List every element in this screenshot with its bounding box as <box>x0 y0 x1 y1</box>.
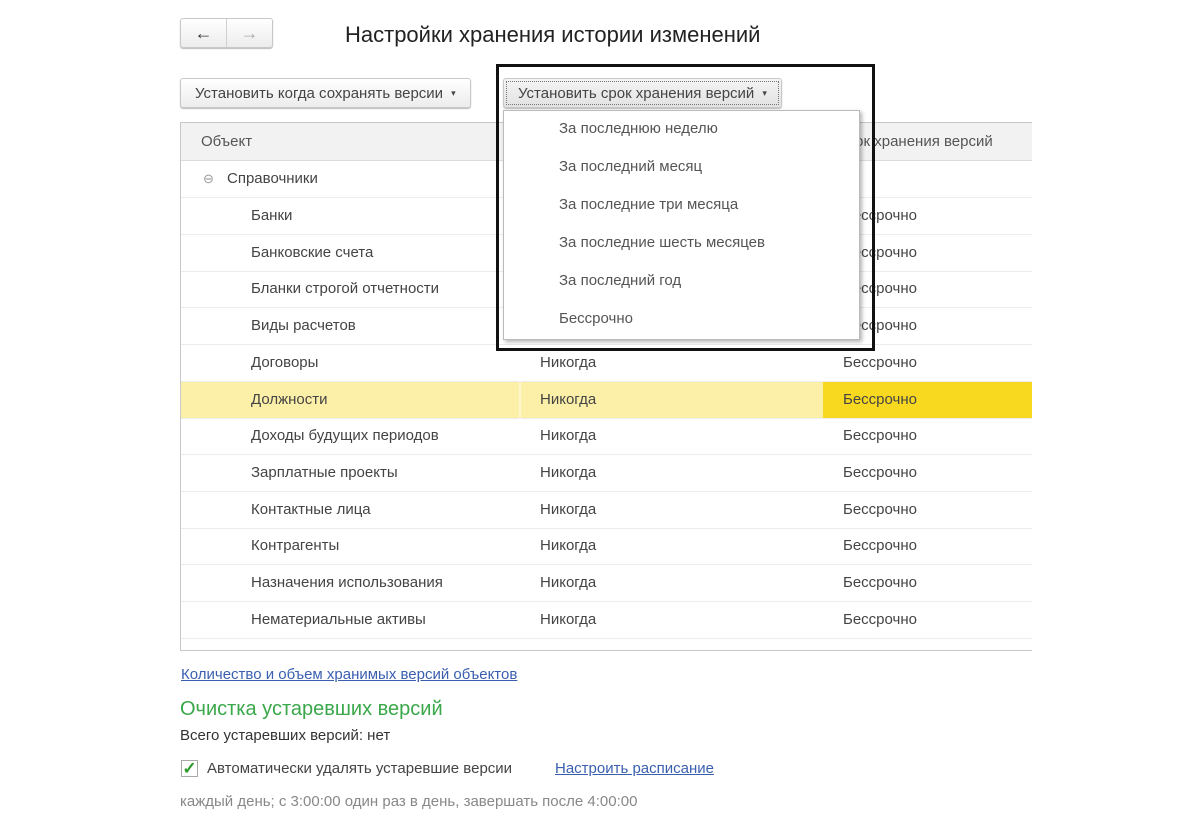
button-label: Установить срок хранения версий <box>518 84 755 102</box>
group-label: Справочники <box>227 170 318 187</box>
object-cell: Доходы будущих периодов <box>251 427 439 445</box>
navigation-buttons: ← → <box>180 18 273 48</box>
term-cell: Бессрочно <box>843 574 917 591</box>
term-cell: Бессрочно <box>843 463 917 481</box>
table-row[interactable]: Нематериальные активы Никогда Бессрочно <box>181 602 1032 639</box>
checkmark-icon: ✓ <box>182 759 197 778</box>
when-cell: Никогда <box>540 353 597 371</box>
column-header-object[interactable]: Объект <box>201 133 252 150</box>
auto-delete-label[interactable]: Автоматически удалять устаревшие версии <box>207 760 512 777</box>
term-cell: Бессрочно <box>843 500 917 518</box>
auto-delete-checkbox[interactable]: ✓ <box>181 760 198 777</box>
object-cell: Виды расчетов <box>251 317 356 335</box>
when-cell: Никогда <box>540 500 597 518</box>
menu-item[interactable]: За последний год <box>559 272 681 289</box>
object-cell: Зарплатные проекты <box>251 463 398 481</box>
menu-item[interactable]: За последние шесть месяцев <box>559 234 765 251</box>
collapse-icon[interactable]: ⊖ <box>203 171 214 187</box>
menu-item[interactable]: За последний месяц <box>559 158 702 175</box>
table-row[interactable]: Контактные лица Никогда Бессрочно <box>181 492 1032 529</box>
table-row[interactable]: Зарплатные проекты Никогда Бессрочно <box>181 455 1032 492</box>
table-row[interactable]: Контрагенты Никогда Бессрочно <box>181 528 1032 566</box>
object-cell: Назначения использования <box>251 574 443 591</box>
button-label: Установить когда сохранять версии <box>195 84 444 102</box>
cell-divider <box>519 381 521 418</box>
when-cell: Никогда <box>540 610 597 628</box>
cell-divider <box>519 418 521 454</box>
object-cell: Контрагенты <box>251 537 340 555</box>
table-row[interactable]: Должности Никогда Бессрочно <box>181 381 1032 419</box>
object-cell: Должности <box>251 390 328 408</box>
when-cell: Никогда <box>540 463 597 481</box>
object-cell: Контактные лица <box>251 500 371 518</box>
when-cell: Никогда <box>540 537 597 555</box>
cell-divider <box>519 492 521 528</box>
cell-divider <box>519 602 521 638</box>
menu-item[interactable]: Бессрочно <box>559 310 633 327</box>
when-cell: Никогда <box>540 427 597 445</box>
table-row[interactable]: Назначения использования Никогда Бессроч… <box>181 565 1032 602</box>
menu-item[interactable]: За последние три месяца <box>559 196 738 213</box>
term-cell: Бессрочно <box>843 610 917 628</box>
term-cell: Бессрочно <box>843 353 917 371</box>
schedule-link[interactable]: Настроить расписание <box>555 760 714 777</box>
object-cell: Банки <box>251 207 293 224</box>
set-term-button[interactable]: Установить срок хранения версий ▾ <box>503 78 782 108</box>
chevron-down-icon: ▾ <box>451 87 456 98</box>
chevron-down-icon: ▾ <box>762 87 767 98</box>
back-button[interactable]: ← <box>181 19 227 47</box>
cell-divider <box>519 455 521 491</box>
term-cell: Бессрочно <box>843 390 917 408</box>
when-cell: Никогда <box>540 390 597 408</box>
cleanup-title: Очистка устаревших версий <box>180 698 443 720</box>
versions-count-link[interactable]: Количество и объем хранимых версий объек… <box>181 666 517 683</box>
object-cell: Бланки строгой отчетности <box>251 280 440 298</box>
when-cell: Никогда <box>540 574 597 591</box>
cell-divider <box>519 565 521 601</box>
forward-button[interactable]: → <box>227 19 272 47</box>
object-cell: Договоры <box>251 353 319 371</box>
page-title: Настройки хранения истории изменений <box>345 22 761 47</box>
term-cell: Бессрочно <box>843 537 917 555</box>
set-when-save-button[interactable]: Установить когда сохранять версии ▾ <box>180 78 471 108</box>
object-cell: Нематериальные активы <box>251 610 426 628</box>
total-outdated-text: Всего устаревших версий: нет <box>180 727 391 744</box>
term-cell: Бессрочно <box>843 427 917 445</box>
menu-item[interactable]: За последнюю неделю <box>559 120 718 137</box>
schedule-text: каждый день; с 3:00:00 один раз в день, … <box>180 793 638 810</box>
table-row[interactable]: Доходы будущих периодов Никогда Бессрочн… <box>181 418 1032 456</box>
cell-divider <box>519 528 521 564</box>
object-cell: Банковские счета <box>251 243 374 261</box>
term-dropdown-menu: За последнюю неделю За последний месяц За … <box>503 110 860 340</box>
